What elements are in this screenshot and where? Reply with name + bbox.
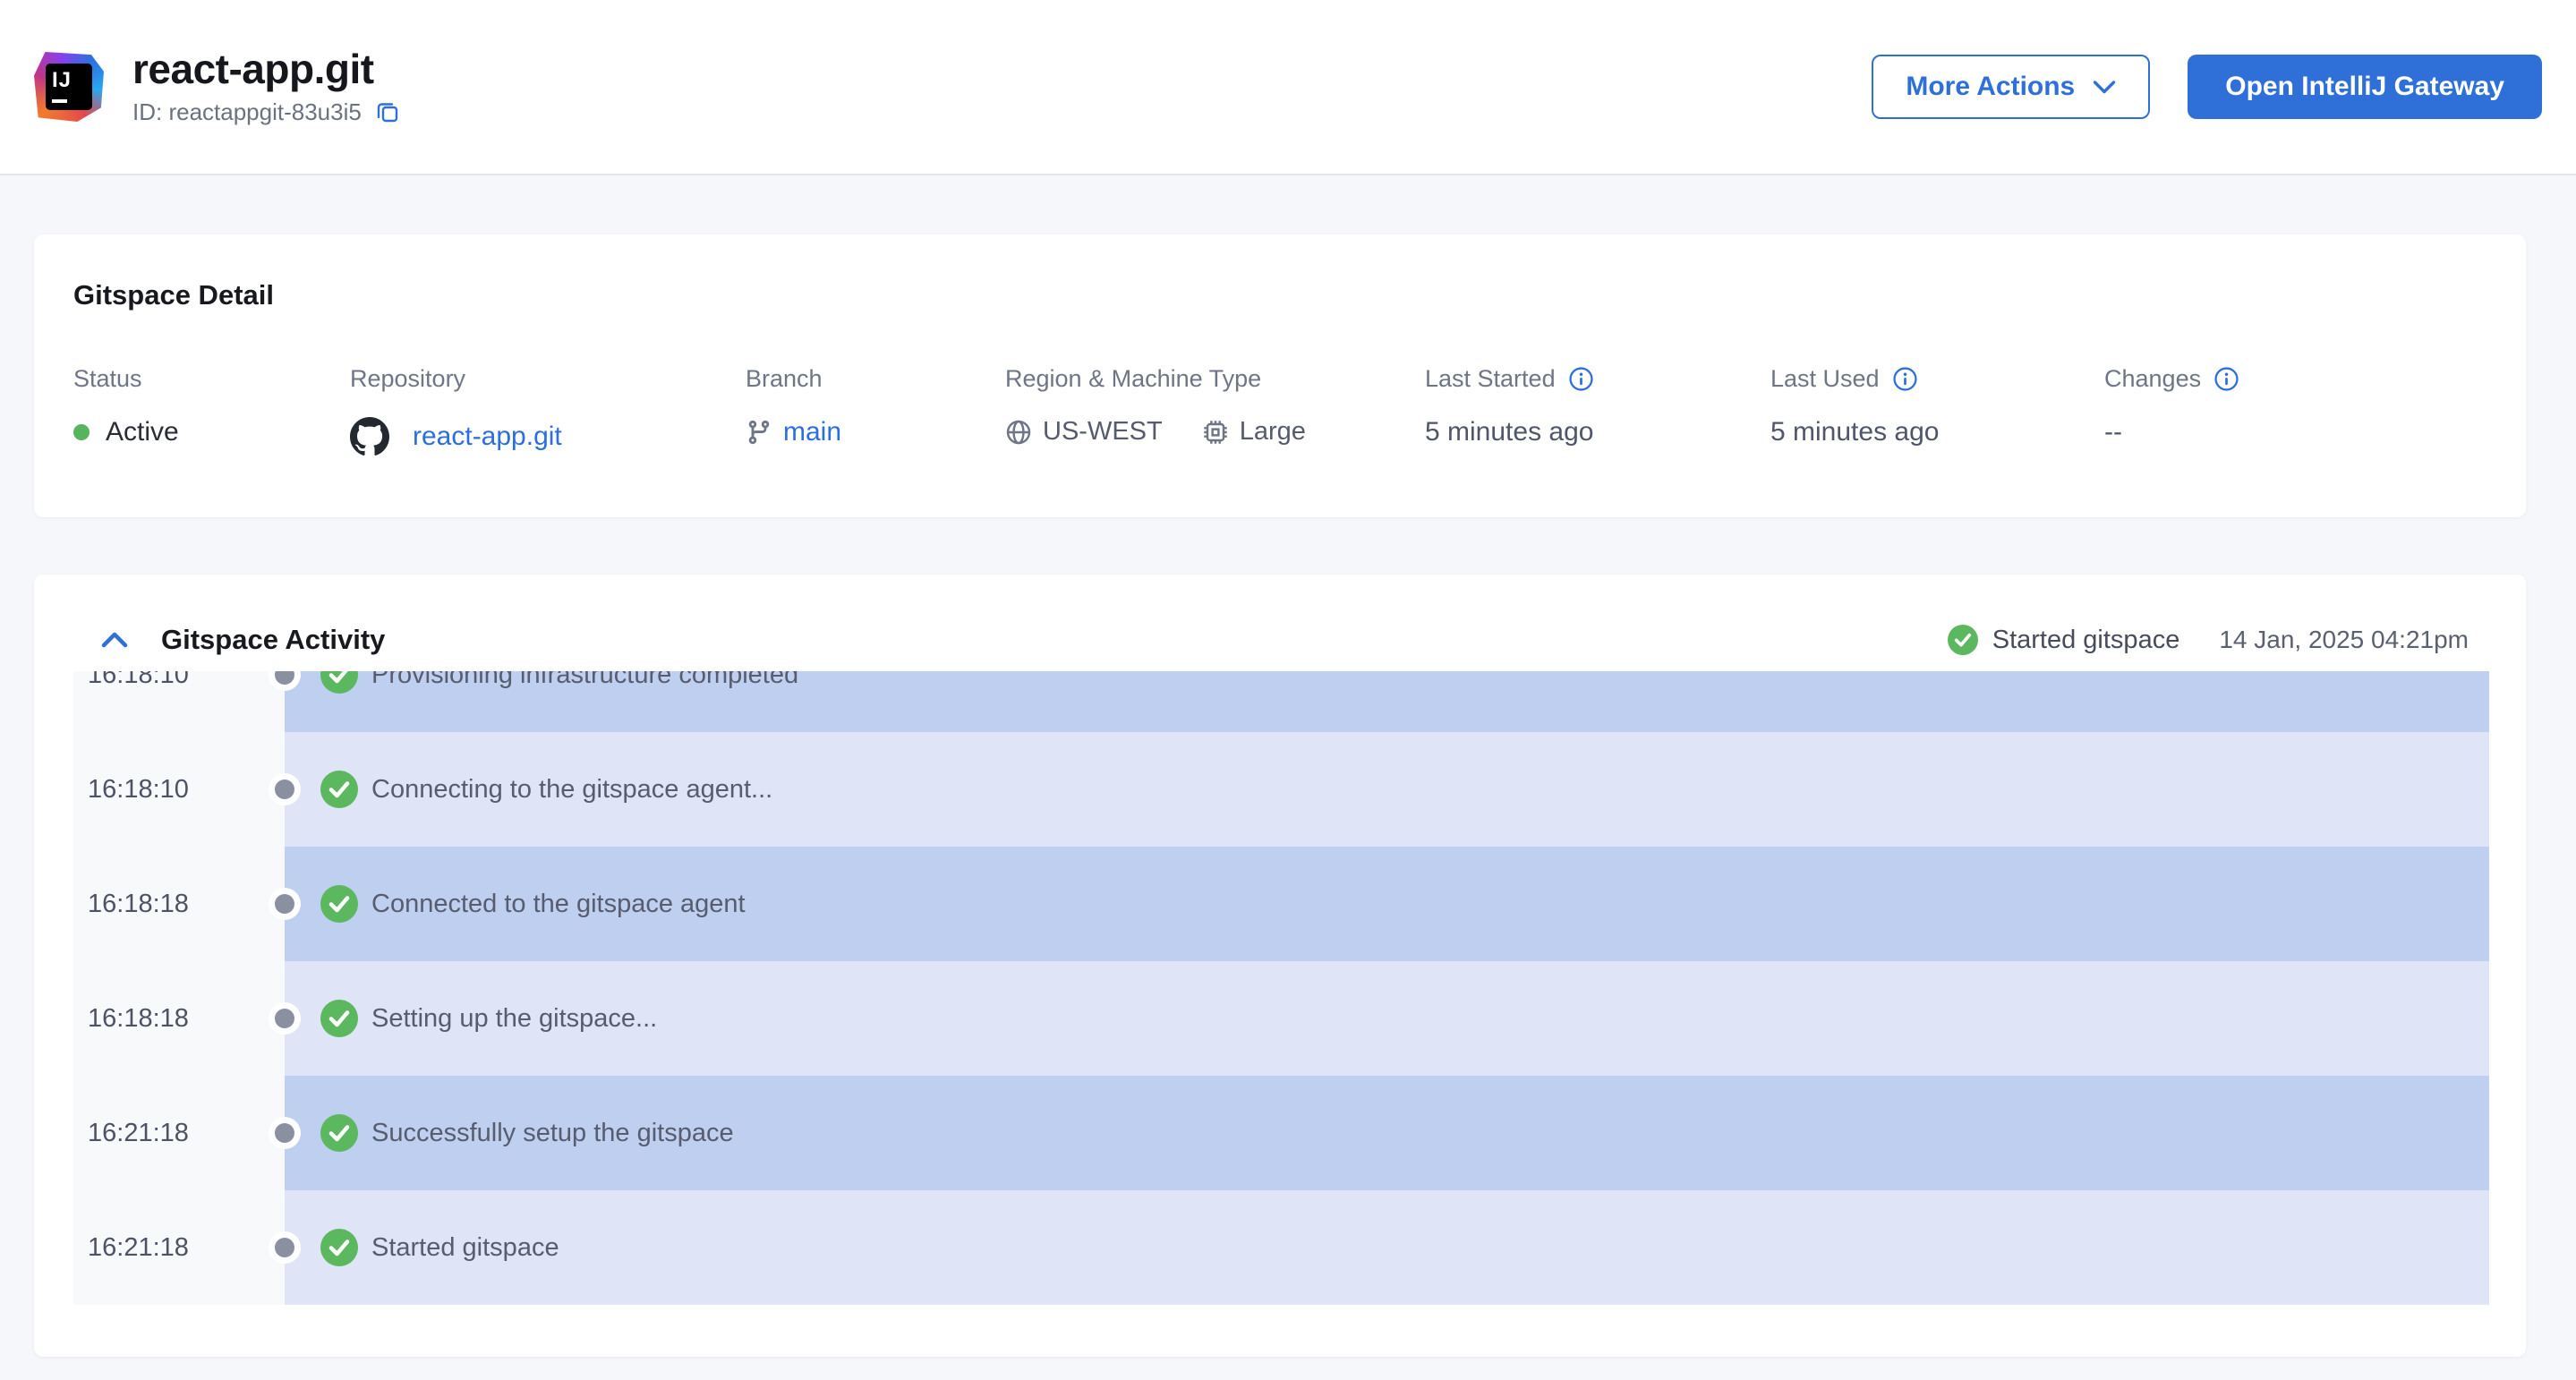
- page-title: react-app.git: [132, 48, 400, 89]
- globe-icon: [1005, 419, 1032, 446]
- chevron-down-icon: [2093, 80, 2116, 95]
- log-entry: Connecting to the gitspace agent...: [285, 732, 2489, 847]
- repository-value: react-app.git: [350, 417, 746, 456]
- log-time: 16:18:18: [73, 961, 285, 1076]
- detail-col-branch: Branch main: [746, 365, 1005, 456]
- detail-col-status: Status Active: [73, 365, 350, 456]
- git-branch-icon: [746, 419, 772, 446]
- log-entry: Successfully setup the gitspace: [285, 1076, 2489, 1190]
- success-check-icon: [320, 671, 358, 694]
- machine-type-icon: [1202, 419, 1229, 446]
- collapse-chevron-up-icon[interactable]: [100, 630, 129, 650]
- log-time: 16:18:10: [73, 671, 285, 732]
- title-block: react-app.git ID: reactappgit-83u3i5: [132, 48, 400, 126]
- detail-card-title: Gitspace Detail: [73, 279, 2486, 311]
- detail-grid: Status Active Repository react-app.git B…: [73, 365, 2486, 456]
- last-started-value: 5 minutes ago: [1425, 417, 1770, 447]
- success-check-icon: [320, 771, 358, 808]
- log-entry: Connected to the gitspace agent: [285, 847, 2489, 961]
- info-icon[interactable]: [2214, 367, 2239, 391]
- log-time: 16:18:18: [73, 847, 285, 961]
- repository-label: Repository: [350, 365, 746, 393]
- success-check-icon: [320, 1114, 358, 1152]
- last-started-label: Last Started: [1425, 365, 1556, 393]
- gitspace-id-row: ID: reactappgit-83u3i5: [132, 98, 400, 126]
- detail-col-repository: Repository react-app.git: [350, 365, 746, 456]
- changes-label: Changes: [2104, 365, 2201, 393]
- open-intellij-gateway-button[interactable]: Open IntelliJ Gateway: [2188, 55, 2542, 119]
- activity-status: Started gitspace 14 Jan, 2025 04:21pm: [1948, 625, 2469, 655]
- log-time: 16:21:18: [73, 1190, 285, 1305]
- page-header: IJ react-app.git ID: reactappgit-83u3i5 …: [0, 0, 2576, 175]
- log-time: 16:21:18: [73, 1076, 285, 1190]
- intellij-logo-icon: IJ: [34, 52, 104, 122]
- timeline-dot-icon: [275, 1009, 294, 1028]
- log-message: Setting up the gitspace...: [371, 1004, 657, 1034]
- detail-col-region-machine: Region & Machine Type US-WEST: [1005, 365, 1425, 456]
- gitspace-id-text: ID: reactappgit-83u3i5: [132, 98, 362, 126]
- more-actions-label: More Actions: [1906, 72, 2075, 102]
- log-row: 16:18:10 Provisioning infrastructure com…: [73, 671, 2489, 732]
- log-message: Provisioning infrastructure completed: [371, 671, 798, 690]
- changes-value: --: [2104, 417, 2486, 447]
- log-entry: Started gitspace: [285, 1190, 2489, 1305]
- timeline-dot-icon: [275, 1123, 294, 1143]
- activity-title: Gitspace Activity: [161, 624, 385, 656]
- info-icon[interactable]: [1893, 367, 1917, 391]
- copy-icon[interactable]: [375, 99, 400, 124]
- intellij-logo-monogram: IJ: [46, 64, 92, 110]
- region-text: US-WEST: [1043, 417, 1163, 447]
- log-message: Successfully setup the gitspace: [371, 1119, 734, 1148]
- github-icon: [350, 417, 389, 456]
- log-row: 16:18:18 Connected to the gitspace agent: [73, 847, 2489, 961]
- status-value: Active: [73, 417, 350, 447]
- success-check-icon: [320, 1229, 358, 1266]
- timeline-dot-icon: [275, 779, 294, 799]
- success-check-icon: [320, 1000, 358, 1037]
- branch-label: Branch: [746, 365, 1005, 393]
- detail-col-changes: Changes --: [2104, 365, 2486, 456]
- last-used-label: Last Used: [1770, 365, 1880, 393]
- timeline-dot-icon: [275, 894, 294, 914]
- log-message: Connecting to the gitspace agent...: [371, 775, 772, 805]
- gitspace-detail-card: Gitspace Detail Status Active Repository…: [34, 234, 2526, 517]
- log-message: Started gitspace: [371, 1233, 559, 1263]
- status-label: Status: [73, 365, 350, 393]
- repository-link[interactable]: react-app.git: [413, 422, 562, 452]
- info-icon[interactable]: [1569, 367, 1593, 391]
- activity-header: Gitspace Activity Started gitspace 14 Ja…: [100, 625, 2469, 655]
- activity-status-text: Started gitspace: [1992, 626, 2180, 655]
- activity-timestamp: 14 Jan, 2025 04:21pm: [2219, 626, 2469, 654]
- log-row: 16:21:18 Started gitspace: [73, 1190, 2489, 1305]
- timeline-dot-icon: [275, 1238, 294, 1257]
- log-time: 16:18:10: [73, 732, 285, 847]
- log-entry: Provisioning infrastructure completed: [285, 671, 2489, 732]
- detail-col-last-started: Last Started 5 minutes ago: [1425, 365, 1770, 456]
- last-used-value: 5 minutes ago: [1770, 417, 2104, 447]
- region-machine-value: US-WEST Large: [1005, 417, 1425, 447]
- success-check-icon: [320, 885, 358, 923]
- log-message: Connected to the gitspace agent: [371, 890, 746, 919]
- open-gateway-label: Open IntelliJ Gateway: [2225, 72, 2504, 102]
- region-machine-label: Region & Machine Type: [1005, 365, 1425, 393]
- log-row: 16:21:18 Successfully setup the gitspace: [73, 1076, 2489, 1190]
- branch-link[interactable]: main: [783, 417, 841, 447]
- more-actions-button[interactable]: More Actions: [1872, 55, 2150, 119]
- machine-type-text: Large: [1240, 417, 1306, 447]
- activity-log-viewport[interactable]: 16:18:10 Provisioning infrastructure com…: [73, 671, 2489, 1305]
- status-active-dot: [73, 424, 90, 440]
- status-text: Active: [106, 417, 179, 447]
- branch-value: main: [746, 417, 1005, 447]
- log-row: 16:18:18 Setting up the gitspace...: [73, 961, 2489, 1076]
- gitspace-activity-card: Gitspace Activity Started gitspace 14 Ja…: [34, 575, 2526, 1357]
- detail-col-last-used: Last Used 5 minutes ago: [1770, 365, 2104, 456]
- header-actions: More Actions Open IntelliJ Gateway: [1872, 55, 2542, 119]
- log-row: 16:18:10 Connecting to the gitspace agen…: [73, 732, 2489, 847]
- success-check-icon: [1948, 625, 1978, 655]
- log-entry: Setting up the gitspace...: [285, 961, 2489, 1076]
